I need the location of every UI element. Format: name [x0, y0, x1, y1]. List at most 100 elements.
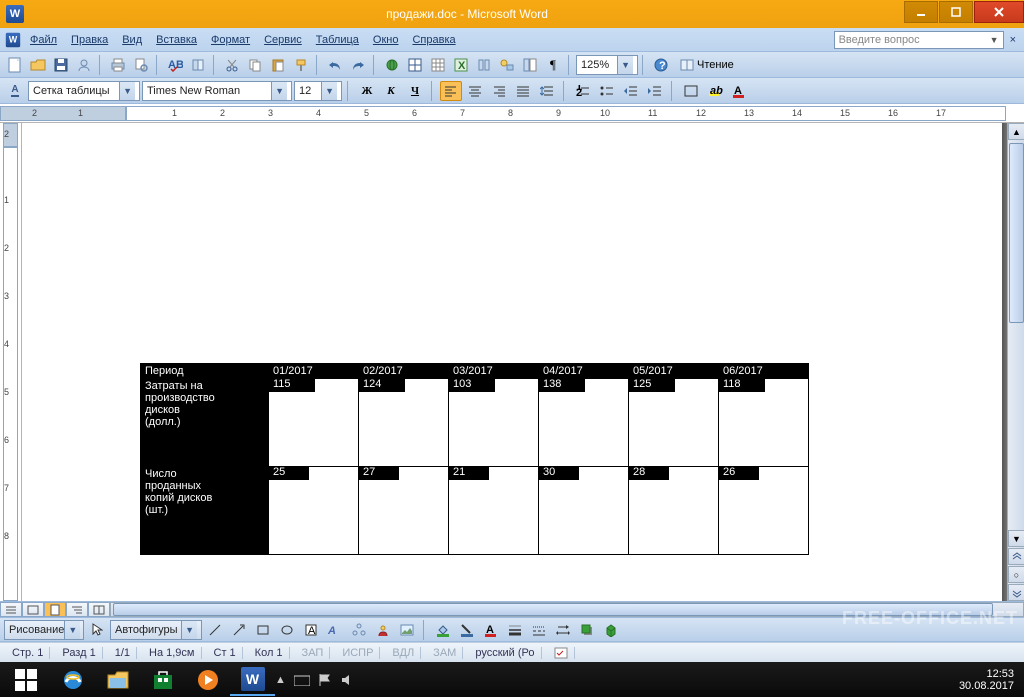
header-cell[interactable]: Период: [141, 364, 269, 379]
menu-view[interactable]: Вид: [116, 32, 148, 48]
autoshapes-menu[interactable]: Автофигуры▼: [110, 620, 202, 640]
new-doc-button[interactable]: [4, 54, 26, 76]
select-objects-button[interactable]: [86, 619, 108, 641]
status-ovr[interactable]: ЗАМ: [427, 647, 463, 659]
page-viewport[interactable]: Период 01/2017 02/2017 03/2017 04/2017 0…: [22, 123, 1024, 601]
vertical-ruler[interactable]: 2 1 2 3 4 5 6 7 8: [0, 123, 22, 601]
align-center-button[interactable]: [464, 81, 486, 101]
line-style-button[interactable]: [504, 619, 526, 641]
data-cell[interactable]: 30: [539, 467, 629, 555]
reading-mode-button[interactable]: Чтение: [673, 54, 741, 76]
print-preview-button[interactable]: [130, 54, 152, 76]
tables-borders-button[interactable]: [404, 54, 426, 76]
data-cell[interactable]: 115: [269, 379, 359, 467]
menu-table[interactable]: Таблица: [310, 32, 365, 48]
chevron-down-icon[interactable]: ▼: [271, 82, 287, 100]
help-button[interactable]: ?: [650, 54, 672, 76]
status-page[interactable]: Стр. 1: [6, 647, 50, 659]
data-cell[interactable]: 21: [449, 467, 539, 555]
menu-help[interactable]: Справка: [406, 32, 461, 48]
browse-prev-button[interactable]: [1008, 548, 1024, 565]
paste-button[interactable]: [267, 54, 289, 76]
taskbar-ie[interactable]: [50, 663, 95, 696]
picture-button[interactable]: [396, 619, 418, 641]
shadow-button[interactable]: [576, 619, 598, 641]
header-cell[interactable]: 04/2017: [539, 364, 629, 379]
chevron-down-icon[interactable]: ▼: [617, 56, 633, 74]
print-button[interactable]: [107, 54, 129, 76]
header-cell[interactable]: 01/2017: [269, 364, 359, 379]
row-label-cell[interactable]: Затраты на производство дисков (долл.): [141, 379, 269, 467]
menu-close-x[interactable]: ×: [1006, 32, 1020, 48]
data-cell[interactable]: 138: [539, 379, 629, 467]
close-button[interactable]: [974, 1, 1024, 23]
menu-format[interactable]: Формат: [205, 32, 256, 48]
status-at[interactable]: На 1,9см: [143, 647, 201, 659]
scroll-thumb[interactable]: [1009, 143, 1024, 323]
style-combo[interactable]: Сетка таблицы▼: [28, 81, 140, 101]
bulleted-list-button[interactable]: [596, 81, 618, 101]
menu-file[interactable]: Файл: [24, 32, 63, 48]
scroll-up-button[interactable]: ▲: [1008, 123, 1024, 140]
tray-up-icon[interactable]: ▲: [275, 674, 286, 686]
start-button[interactable]: [2, 663, 50, 696]
browse-select-button[interactable]: ○: [1008, 566, 1024, 583]
draw-menu[interactable]: Рисование▼: [4, 620, 84, 640]
clipart-button[interactable]: [372, 619, 394, 641]
web-view-button[interactable]: [22, 602, 44, 617]
align-justify-button[interactable]: [512, 81, 534, 101]
zoom-combo[interactable]: 125% ▼: [576, 55, 638, 75]
menu-insert[interactable]: Вставка: [150, 32, 203, 48]
line-button[interactable]: [204, 619, 226, 641]
chevron-down-icon[interactable]: ▼: [119, 82, 135, 100]
horizontal-ruler[interactable]: L 2 1 1 2 3 4 5 6 7 8 9 10 11 12 13 14 1…: [0, 104, 1024, 123]
undo-button[interactable]: [324, 54, 346, 76]
fill-color-button[interactable]: [432, 619, 454, 641]
research-button[interactable]: [187, 54, 209, 76]
arrow-style-button[interactable]: [552, 619, 574, 641]
underline-button[interactable]: Ч: [404, 81, 426, 101]
data-cell[interactable]: 124: [359, 379, 449, 467]
align-left-button[interactable]: [440, 81, 462, 101]
volume-icon[interactable]: [340, 673, 354, 687]
align-right-button[interactable]: [488, 81, 510, 101]
outline-view-button[interactable]: [66, 602, 88, 617]
taskbar-media[interactable]: [185, 663, 230, 696]
borders-button[interactable]: [680, 81, 702, 101]
font-color-draw-button[interactable]: A: [480, 619, 502, 641]
highlight-button[interactable]: ab: [704, 81, 726, 101]
spellcheck-button[interactable]: ABC: [164, 54, 186, 76]
hyperlink-button[interactable]: [381, 54, 403, 76]
italic-button[interactable]: К: [380, 81, 402, 101]
insert-table-button[interactable]: [427, 54, 449, 76]
font-size-combo[interactable]: 12▼: [294, 81, 342, 101]
header-cell[interactable]: 05/2017: [629, 364, 719, 379]
styles-pane-button[interactable]: A: [4, 80, 26, 102]
data-table[interactable]: Период 01/2017 02/2017 03/2017 04/2017 0…: [140, 363, 809, 555]
document-page[interactable]: Период 01/2017 02/2017 03/2017 04/2017 0…: [22, 123, 1002, 601]
increase-indent-button[interactable]: [644, 81, 666, 101]
header-cell[interactable]: 06/2017: [719, 364, 809, 379]
oval-button[interactable]: [276, 619, 298, 641]
data-cell[interactable]: 125: [629, 379, 719, 467]
taskbar-store[interactable]: [140, 663, 185, 696]
drawing-toggle[interactable]: [496, 54, 518, 76]
menu-edit[interactable]: Правка: [65, 32, 114, 48]
reading-view-button[interactable]: [88, 602, 110, 617]
show-marks-button[interactable]: ¶: [542, 54, 564, 76]
status-spell-icon[interactable]: [548, 647, 575, 659]
row-label-cell[interactable]: Число проданных копий дисков (шт.): [141, 467, 269, 555]
diagram-button[interactable]: [348, 619, 370, 641]
status-rec[interactable]: ЗАП: [296, 647, 331, 659]
data-cell[interactable]: 25: [269, 467, 359, 555]
vertical-scrollbar[interactable]: ▲ ▼ ○: [1007, 123, 1024, 601]
flag-icon[interactable]: [318, 673, 332, 687]
copy-button[interactable]: [244, 54, 266, 76]
status-col[interactable]: Кол 1: [249, 647, 290, 659]
doc-map-button[interactable]: [519, 54, 541, 76]
redo-button[interactable]: [347, 54, 369, 76]
scroll-down-button[interactable]: ▼: [1008, 530, 1024, 547]
rectangle-button[interactable]: [252, 619, 274, 641]
browse-next-button[interactable]: [1008, 584, 1024, 601]
cut-button[interactable]: [221, 54, 243, 76]
